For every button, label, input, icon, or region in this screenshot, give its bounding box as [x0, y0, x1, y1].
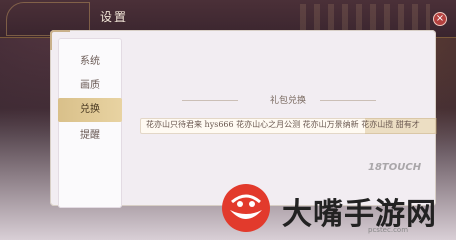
sidebar-item-graphics[interactable]: 画质	[58, 74, 122, 98]
small-watermark: 18TOUCH	[368, 162, 422, 173]
sidebar-item-reminder[interactable]: 提醒	[58, 124, 122, 148]
close-icon[interactable]: ×	[433, 12, 447, 26]
watermark-url: pcstec.com	[368, 226, 409, 234]
window-title: 设置	[100, 10, 129, 24]
settings-sidebar: 系统 画质 兑换 提醒	[58, 38, 122, 208]
section-title-divider-right	[320, 100, 376, 101]
sidebar-item-redeem[interactable]: 兑换	[58, 98, 122, 122]
redeem-code-text: 花亦山只待君来 hys666 花亦山心之月公测 花亦山万景纳新 花亦山揽 甜有才	[146, 120, 420, 129]
title-ornament-right	[300, 4, 430, 32]
cartoon-mouth-logo-icon	[222, 184, 270, 232]
brand-watermark-text: 大嘴手游网	[282, 197, 437, 232]
sidebar-item-system[interactable]: 系统	[58, 50, 122, 74]
